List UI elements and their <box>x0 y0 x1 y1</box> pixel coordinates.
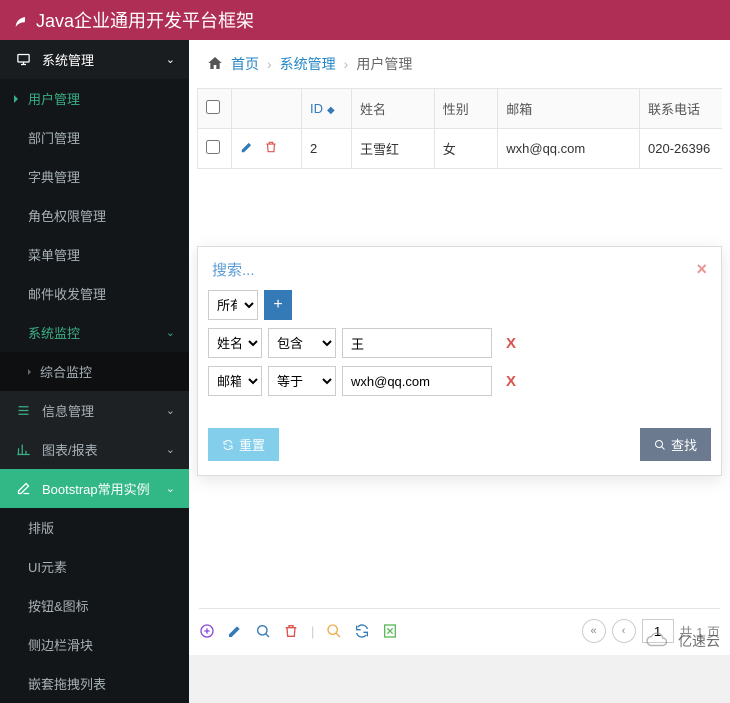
list-icon <box>14 403 32 418</box>
nav-group-info[interactable]: 信息管理 ⌄ <box>0 391 189 430</box>
nav-item-typography[interactable]: 排版 <box>0 508 189 547</box>
export-icon[interactable] <box>382 623 398 639</box>
nav-group-charts[interactable]: 图表/报表 ⌄ <box>0 430 189 469</box>
nav-item-buttons[interactable]: 按钮&图标 <box>0 586 189 625</box>
data-table: ID◆ 姓名 性别 邮箱 联系电话 <box>197 88 722 169</box>
chevron-right-icon: › <box>344 56 349 72</box>
refresh-icon[interactable] <box>354 623 370 639</box>
breadcrumb-system[interactable]: 系统管理 <box>280 54 336 74</box>
cell-id: 2 <box>302 129 352 169</box>
chevron-right-icon: › <box>267 56 272 72</box>
search-icon[interactable] <box>326 623 342 639</box>
col-id[interactable]: ID◆ <box>302 89 352 129</box>
nav-item-nested[interactable]: 嵌套拖拽列表 <box>0 664 189 703</box>
cell-phone: 020-26396 <box>640 129 723 169</box>
pager: « ‹ 共 1 页 <box>582 619 720 643</box>
edit-icon <box>14 481 32 496</box>
refresh-icon <box>222 439 234 451</box>
trash-icon[interactable] <box>264 140 278 157</box>
remove-condition-icon[interactable]: X <box>506 335 516 352</box>
monitor-icon <box>14 52 32 67</box>
col-gender[interactable]: 性别 <box>434 89 498 129</box>
view-icon[interactable] <box>255 623 271 639</box>
condition-row: 姓名 包含 X <box>208 328 711 358</box>
match-mode-select[interactable]: 所有 <box>208 290 258 320</box>
cell-gender: 女 <box>434 129 498 169</box>
breadcrumb-leaf: 用户管理 <box>356 54 412 74</box>
close-icon[interactable]: × <box>696 259 707 280</box>
field-select[interactable]: 邮箱 <box>208 366 262 396</box>
nav-item-mail[interactable]: 邮件收发管理 <box>0 274 189 313</box>
sort-icon: ◆ <box>327 105 335 116</box>
toolbar: | « ‹ 共 1 页 <box>199 608 720 643</box>
app-title: Java企业通用开发平台框架 <box>36 7 254 33</box>
nav-label: Bootstrap常用实例 <box>42 479 150 498</box>
edit-icon[interactable] <box>240 140 254 157</box>
chevron-down-icon: ⌄ <box>166 53 175 66</box>
select-all-checkbox[interactable] <box>206 100 220 114</box>
nav-item-dict[interactable]: 字典管理 <box>0 157 189 196</box>
app-header: Java企业通用开发平台框架 <box>0 0 730 40</box>
actions-header <box>232 89 302 129</box>
value-input[interactable] <box>342 366 492 396</box>
search-button[interactable]: 查找 <box>640 428 711 461</box>
col-email[interactable]: 邮箱 <box>498 89 640 129</box>
field-select[interactable]: 姓名 <box>208 328 262 358</box>
breadcrumb: 首页 › 系统管理 › 用户管理 <box>189 40 730 88</box>
nav-item-slider[interactable]: 侧边栏滑块 <box>0 625 189 664</box>
breadcrumb-home[interactable]: 首页 <box>231 54 259 74</box>
operator-select[interactable]: 包含 <box>268 328 336 358</box>
chevron-down-icon: ⌄ <box>166 443 175 456</box>
cell-name: 王雪红 <box>352 129 435 169</box>
nav-group-system[interactable]: 系统管理 ⌄ <box>0 40 189 79</box>
nav-label: 系统管理 <box>42 50 94 69</box>
first-page-button[interactable]: « <box>582 619 606 643</box>
separator: | <box>311 624 314 639</box>
chevron-down-icon: ⌄ <box>166 326 175 339</box>
nav-group-bootstrap[interactable]: Bootstrap常用实例 ⌄ <box>0 469 189 508</box>
nav-item-monitor-all[interactable]: 综合监控 <box>0 352 189 391</box>
total-pages-label: 共 1 页 <box>680 622 720 641</box>
operator-select[interactable]: 等于 <box>268 366 336 396</box>
page-input[interactable] <box>642 619 674 643</box>
add-icon[interactable] <box>199 623 215 639</box>
nav-label: 图表/报表 <box>42 440 98 459</box>
search-icon <box>654 439 666 451</box>
nav-item-ui[interactable]: UI元素 <box>0 547 189 586</box>
content-area: 首页 › 系统管理 › 用户管理 ID◆ 姓名 性别 邮箱 联系电话 <box>189 40 730 655</box>
nav-item-roles[interactable]: 角色权限管理 <box>0 196 189 235</box>
reset-button[interactable]: 重置 <box>208 428 279 461</box>
table-row: 2 王雪红 女 wxh@qq.com 020-26396 <box>198 129 723 169</box>
nav-item-menus[interactable]: 菜单管理 <box>0 235 189 274</box>
col-name[interactable]: 姓名 <box>352 89 435 129</box>
trash-icon[interactable] <box>283 623 299 639</box>
value-input[interactable] <box>342 328 492 358</box>
prev-page-button[interactable]: ‹ <box>612 619 636 643</box>
add-condition-button[interactable]: + <box>264 290 292 320</box>
chevron-down-icon: ⌄ <box>166 404 175 417</box>
nav-item-users[interactable]: 用户管理 <box>0 79 189 118</box>
nav-item-monitor[interactable]: 系统监控 ⌄ <box>0 313 189 352</box>
nav-item-dept[interactable]: 部门管理 <box>0 118 189 157</box>
row-checkbox[interactable] <box>206 140 220 154</box>
edit-icon[interactable] <box>227 623 243 639</box>
remove-condition-icon[interactable]: X <box>506 373 516 390</box>
condition-row: 邮箱 等于 X <box>208 366 711 396</box>
col-phone[interactable]: 联系电话 <box>640 89 723 129</box>
sidebar: 系统管理 ⌄ 用户管理 部门管理 字典管理 角色权限管理 菜单管理 邮件收发管理… <box>0 40 189 655</box>
home-icon <box>207 55 223 74</box>
chart-icon <box>14 442 32 457</box>
search-title: 搜索... <box>212 259 255 280</box>
leaf-icon <box>12 11 30 29</box>
nav-label: 信息管理 <box>42 401 94 420</box>
chevron-down-icon: ⌄ <box>166 482 175 495</box>
search-panel: 搜索... × 所有 + 姓名 包含 X 邮箱 等于 X <box>197 246 722 476</box>
cell-email: wxh@qq.com <box>498 129 640 169</box>
